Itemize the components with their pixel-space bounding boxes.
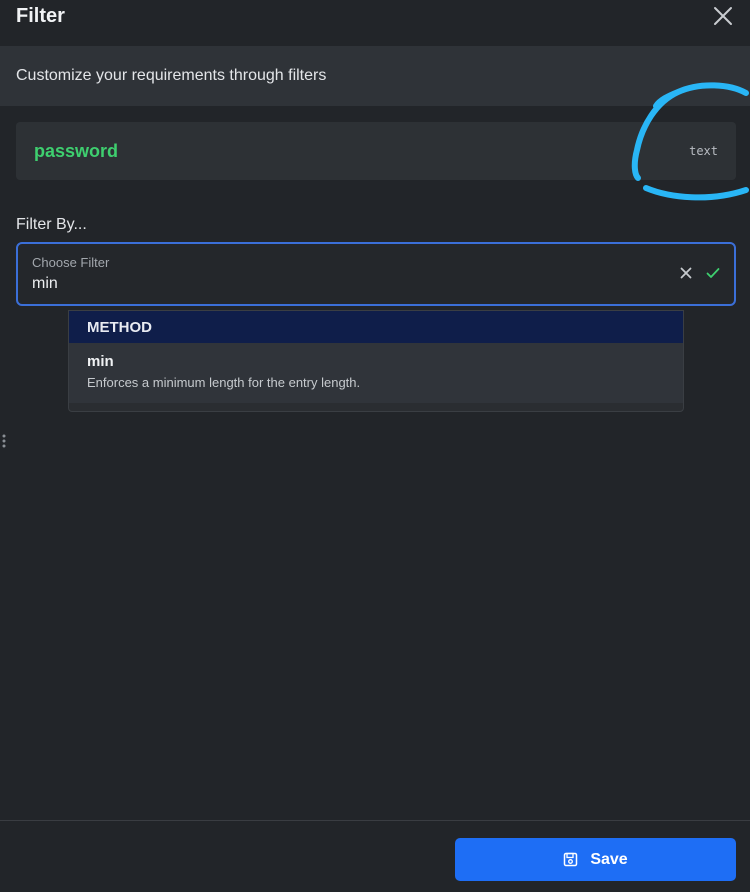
dialog-header: Filter (0, 0, 750, 46)
choose-filter-select[interactable]: Choose Filter (16, 242, 736, 306)
subtitle-text: Customize your requirements through filt… (16, 67, 327, 84)
save-button[interactable]: Save (455, 838, 736, 881)
save-button-label: Save (590, 850, 628, 868)
dialog-subtitle: Customize your requirements through filt… (0, 46, 750, 106)
clear-icon (680, 267, 692, 279)
floppy-disk-icon (564, 852, 578, 867)
dropdown-option-min[interactable]: min Enforces a minimum length for the en… (69, 343, 683, 403)
option-description: Enforces a minimum length for the entry … (87, 375, 361, 390)
check-icon (706, 268, 720, 278)
field-card: password text (16, 122, 736, 180)
drag-handle-icon[interactable] (2, 433, 6, 449)
clear-selection-button[interactable] (680, 266, 692, 284)
dropdown-group-header: METHOD (69, 311, 683, 343)
option-name: min (87, 353, 114, 370)
choose-filter-label: Choose Filter (32, 255, 110, 270)
close-icon (714, 7, 732, 25)
filter-search-input[interactable] (32, 275, 632, 293)
field-name: password (34, 140, 119, 161)
filter-dropdown-menu: METHOD min Enforces a minimum length for… (68, 310, 684, 412)
filter-by-label: Filter By... (16, 216, 87, 233)
confirm-selection-button[interactable] (706, 266, 720, 284)
dialog-title: Filter (16, 4, 65, 27)
close-button[interactable] (712, 5, 734, 27)
field-type-badge: text (689, 144, 718, 158)
